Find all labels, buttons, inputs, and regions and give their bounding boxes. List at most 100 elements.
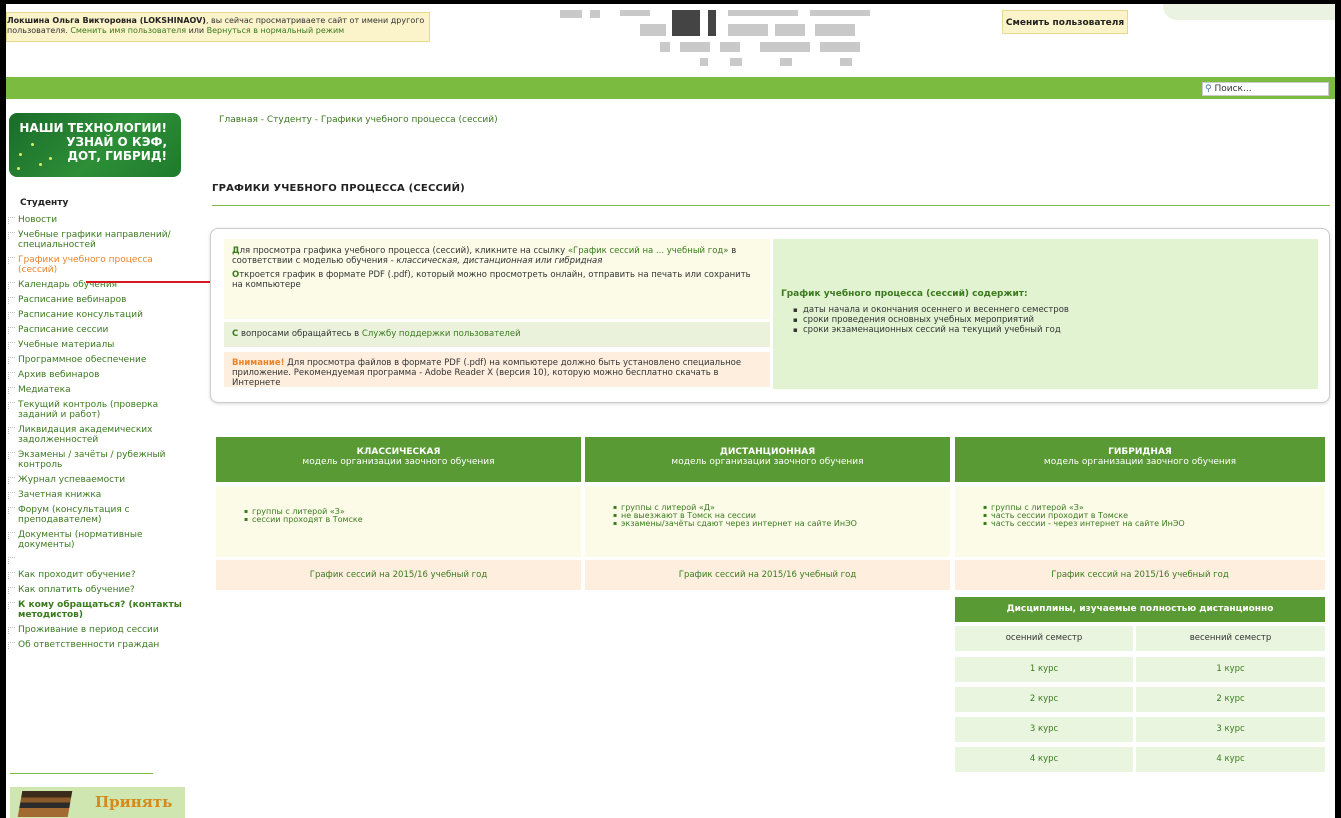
info-contents: График учебного процесса (сессий) содерж… [773,239,1318,389]
site-logo[interactable] [560,10,890,70]
sidebar-item-empty [8,555,188,565]
model-feature: часть сессии - через интернет на сайте И… [983,520,1325,529]
sidebar-item-accommodation[interactable]: Проживание в период сессии [8,625,188,635]
autumn-course-2[interactable]: 2 курс [955,687,1133,712]
model-features: группы с литерой «З» часть сессии проход… [955,486,1325,557]
warning-text: Для просмотра файлов в формате PDF (.pdf… [232,358,742,388]
info-text: ля просмотра графика учебного процесса (… [239,246,568,256]
sidebar-item-session-schedules[interactable]: Графики учебного процесса (сессий) [8,255,188,275]
sidebar-item-webinar-archive[interactable]: Архив вебинаров [8,370,188,380]
promo-line-2: УЗНАЙ О КЭФ, [66,135,167,149]
admission-banner-label: Принять [95,793,173,811]
window-frame-right [1335,0,1341,818]
sidebar-item-webinars[interactable]: Расписание вебинаров [8,295,188,305]
breadcrumb[interactable]: Главная - Студенту - Графики учебного пр… [219,115,498,125]
schedule-link-classic[interactable]: График сессий на 2015/16 учебный год [216,560,581,590]
contents-item: сроки экзаменационных сессий на текущий … [793,325,1310,335]
drop-cap: Д [232,246,240,256]
info-box: Для просмотра графика учебного процесса … [210,228,1330,403]
impersonation-or: или [186,26,207,35]
sidebar-divider [10,773,153,774]
return-normal-mode-link[interactable]: Вернуться в нормальный режим [207,26,345,35]
sidebar-item-exams[interactable]: Экзамены / зачёты / рубежный контроль [8,450,188,470]
window-frame-top [0,0,1341,4]
warning-label: Внимание! [232,358,285,368]
promo-line-3: ДОТ, ГИБРИД! [67,149,167,163]
impersonated-user: Локшина Ольга Викторовна (LOKSHINAOV) [7,16,206,25]
sidebar-item-record-book[interactable]: Зачетная книжка [8,490,188,500]
sidebar-item-materials[interactable]: Учебные материалы [8,340,188,350]
contents-item: сроки проведения основных учебных меропр… [793,315,1310,325]
model-hybrid: ГИБРИДНАЯ модель организации заочного обу… [955,437,1325,590]
model-title: ДИСТАНЦИОННАЯ [719,447,816,457]
sidebar-item-consultations[interactable]: Расписание консультаций [8,310,188,320]
sidebar-item-session-timetable[interactable]: Расписание сессии [8,325,188,335]
model-header: ДИСТАНЦИОННАЯ модель организации заочного… [585,437,950,482]
model-classic: КЛАССИЧЕСКАЯ модель организации заочного … [216,437,581,590]
sidebar-item-responsibility[interactable]: Об ответственности граждан [8,640,188,650]
sidebar-item-debts[interactable]: Ликвидация академических задолженностей [8,425,188,445]
books-icon [17,791,73,817]
spring-course-1[interactable]: 1 курс [1136,657,1325,682]
title-divider [212,205,1330,206]
info-support: С вопросами обращайтесь в Службу поддерж… [224,322,770,347]
spring-course-3[interactable]: 3 курс [1136,717,1325,742]
sidebar-item-study-schedules[interactable]: Учебные графики направлений/ специальнос… [8,230,188,250]
info-warning: Внимание! Для просмотра файлов в формате… [224,352,770,388]
sidebar-item-gradebook[interactable]: Журнал успеваемости [8,475,188,485]
sidebar-item-software[interactable]: Программное обеспечение [8,355,188,365]
schedule-link-hybrid[interactable]: График сессий на 2015/16 учебный год [955,560,1325,590]
model-subtitle: модель организации заочного обучения [1043,457,1237,467]
window-frame-left [0,0,6,818]
search-placeholder: Поиск... [1214,84,1252,94]
autumn-course-1[interactable]: 1 курс [955,657,1133,682]
autumn-course-4[interactable]: 4 курс [955,747,1133,772]
sidebar-item-documents[interactable]: Документы (нормативные документы) [8,530,188,550]
model-header: ГИБРИДНАЯ модель организации заочного обу… [955,437,1325,482]
sidebar-item-media[interactable]: Медиатека [8,385,188,395]
page-title: ГРАФИКИ УЧЕБНОГО ПРОЦЕССА (СЕССИЙ) [212,183,465,194]
switch-user-button[interactable]: Сменить пользователя [1002,10,1128,34]
model-distance: ДИСТАНЦИОННАЯ модель организации заочного… [585,437,950,590]
model-features: группы с литерой «З» сессии проходят в Т… [216,486,581,557]
search-input[interactable]: ⚲ Поиск... [1202,82,1329,96]
model-title: ГИБРИДНАЯ [1108,447,1172,457]
model-subtitle: модель организации заочного обучения [302,457,495,467]
promo-line-1: НАШИ ТЕХНОЛОГИИ! [19,121,167,135]
model-title: КЛАССИЧЕСКАЯ [356,447,441,457]
impersonation-notice: Локшина Ольга Викторовна (LOKSHINAOV), в… [6,12,430,42]
search-icon: ⚲ [1205,84,1212,94]
sidebar-item-how-pay[interactable]: Как оплатить обучение? [8,585,188,595]
model-header: КЛАССИЧЕСКАЯ модель организации заочного … [216,437,581,482]
model-subtitle: модель организации заочного обучения [671,457,864,467]
contents-title: График учебного процесса (сессий) содерж… [781,289,1028,299]
info-text: вопросами обращайтесь в [238,329,362,339]
sidebar-item-contacts[interactable]: К кому обращаться? (контакты методистов) [8,600,188,620]
column-header-autumn: осенний семестр [955,626,1133,651]
sidebar-item-forum[interactable]: Форум (консультация с преподавателем) [8,505,188,525]
info-models: классическая, дистанционная или гибридна… [396,256,603,266]
main-nav-bar [6,77,1335,99]
info-text: ткроется график в формате PDF (.pdf), ко… [232,270,751,290]
change-username-link[interactable]: Сменить имя пользователя [70,26,186,35]
disciplines-header: Дисциплины, изучаемые полностью дистанци… [955,597,1325,622]
top-decoration [1163,4,1335,20]
model-feature: сессии проходят в Томске [244,516,581,525]
spring-course-4[interactable]: 4 курс [1136,747,1325,772]
schedule-link-hint[interactable]: «График сессий на ... учебный год» [568,246,729,256]
autumn-course-3[interactable]: 3 курс [955,717,1133,742]
sidebar-title: Студенту [20,198,69,208]
promo-banner[interactable]: НАШИ ТЕХНОЛОГИИ! УЗНАЙ О КЭФ, ДОТ, ГИБРИ… [9,113,181,177]
model-feature: экзамены/зачёты сдают через интернет на … [613,520,950,529]
schedule-link-distance[interactable]: График сессий на 2015/16 учебный год [585,560,950,590]
sidebar-item-how-study[interactable]: Как проходит обучение? [8,570,188,580]
admission-banner[interactable]: Принять [10,787,185,818]
spring-course-2[interactable]: 2 курс [1136,687,1325,712]
support-link[interactable]: Службу поддержки пользователей [362,329,521,339]
contents-item: даты начала и окончания осеннего и весен… [793,305,1310,315]
sidebar-item-current-control[interactable]: Текущий контроль (проверка заданий и раб… [8,400,188,420]
model-features: группы с литерой «Д» не выезжают в Томск… [585,486,950,557]
column-header-spring: весенний семестр [1136,626,1325,651]
impersonation-text: , вы сейчас просматриваете сайт от имени… [205,16,425,25]
sidebar-item-news[interactable]: Новости [8,215,188,225]
